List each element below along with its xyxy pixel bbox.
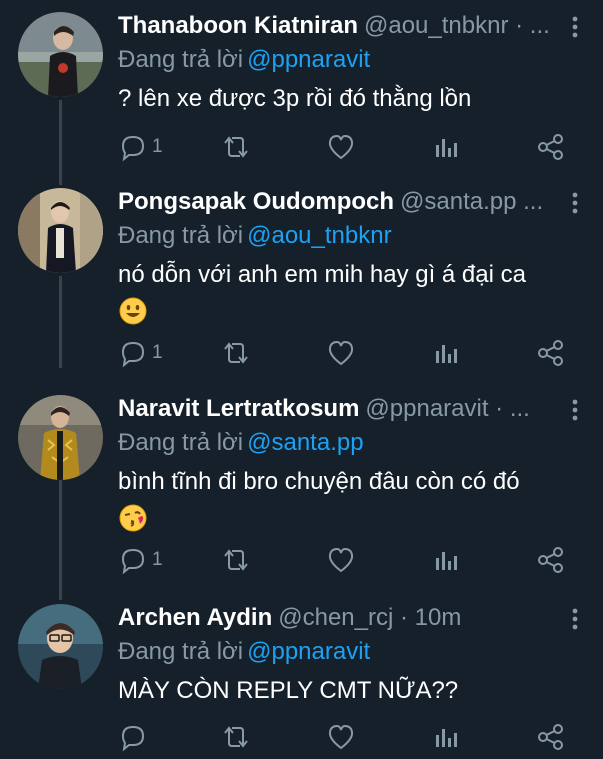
kissing-face-emoji bbox=[118, 503, 583, 541]
reply-button[interactable] bbox=[118, 720, 152, 754]
replying-to-link[interactable]: @ppnaravit bbox=[247, 46, 370, 73]
reply-icon bbox=[121, 135, 145, 162]
tweet[interactable]: Naravit Lertratkosum @ppnaravit · ... Đan… bbox=[0, 383, 603, 589]
retweet-button[interactable] bbox=[220, 543, 252, 577]
retweet-icon bbox=[224, 726, 248, 748]
replying-label: Đang trả lời bbox=[118, 638, 244, 665]
avatar[interactable] bbox=[18, 395, 103, 480]
reply-icon bbox=[121, 548, 145, 575]
analytics-icon bbox=[436, 729, 457, 747]
like-button[interactable] bbox=[326, 130, 356, 164]
action-bar bbox=[0, 720, 603, 754]
retweet-button[interactable] bbox=[220, 130, 252, 164]
avatar-image bbox=[18, 12, 103, 97]
replying-label: Đang trả lời bbox=[118, 429, 244, 456]
tweet-body: nó dỗn với anh em mih hay gì á đại ca bbox=[118, 260, 583, 334]
replying-to: Đang trả lời @santa.pp bbox=[118, 429, 364, 457]
avatar-image bbox=[18, 604, 103, 689]
retweet-button[interactable] bbox=[220, 336, 252, 370]
tweet-header: Naravit Lertratkosum @ppnaravit · ... bbox=[118, 395, 555, 423]
replying-to-link[interactable]: @aou_tnbknr bbox=[247, 222, 391, 249]
user-handle[interactable]: @chen_rcj · 10m bbox=[278, 604, 461, 631]
analytics-icon bbox=[436, 552, 457, 570]
analytics-icon bbox=[436, 345, 457, 363]
tweet-header: Thanaboon Kiatniran @aou_tnbknr · ... bbox=[118, 12, 555, 40]
heart-icon bbox=[328, 724, 354, 750]
retweet-icon bbox=[224, 136, 248, 158]
more-options-icon[interactable] bbox=[569, 190, 581, 218]
reply-button[interactable]: 1 bbox=[118, 543, 163, 577]
tweet-header: Archen Aydin @chen_rcj · 10m bbox=[118, 604, 555, 632]
more-options-icon[interactable] bbox=[569, 397, 581, 425]
tweet[interactable]: Pongsapak Oudompoch @santa.pp ... Đang tr… bbox=[0, 176, 603, 380]
heart-icon bbox=[328, 340, 354, 366]
action-bar: 1 bbox=[0, 543, 603, 577]
share-button[interactable] bbox=[536, 336, 566, 370]
reply-icon bbox=[121, 341, 145, 368]
user-handle[interactable]: @ppnaravit · ... bbox=[365, 395, 529, 422]
analytics-icon bbox=[436, 139, 457, 157]
share-icon bbox=[538, 724, 563, 750]
like-button[interactable] bbox=[326, 336, 356, 370]
analytics-button[interactable] bbox=[432, 336, 460, 370]
more-options-icon[interactable] bbox=[569, 606, 581, 634]
tweet[interactable]: Thanaboon Kiatniran @aou_tnbknr · ... Đan… bbox=[0, 0, 603, 176]
heart-icon bbox=[328, 547, 354, 573]
share-icon bbox=[538, 134, 563, 160]
like-button[interactable] bbox=[326, 543, 356, 577]
avatar[interactable] bbox=[18, 12, 103, 97]
tweet-text: nó dỗn với anh em mih hay gì á đại ca bbox=[118, 261, 526, 288]
avatar-image bbox=[18, 188, 103, 273]
share-button[interactable] bbox=[536, 720, 566, 754]
share-icon bbox=[538, 547, 563, 573]
user-handle[interactable]: @aou_tnbknr · ... bbox=[364, 12, 550, 39]
more-options-icon[interactable] bbox=[569, 14, 581, 42]
display-name[interactable]: Naravit Lertratkosum bbox=[118, 395, 359, 422]
avatar-image bbox=[18, 395, 103, 480]
reply-icon bbox=[121, 725, 145, 752]
action-bar: 1 bbox=[0, 336, 603, 370]
tweet-text: bình tĩnh đi bro chuyện đâu còn có đó bbox=[118, 468, 520, 495]
replying-to-link[interactable]: @ppnaravit bbox=[247, 638, 370, 665]
share-button[interactable] bbox=[536, 130, 566, 164]
user-handle[interactable]: @santa.pp ... bbox=[400, 188, 543, 215]
tweet-text: MÀY CÒN REPLY CMT NỮA?? bbox=[118, 677, 459, 704]
analytics-button[interactable] bbox=[432, 720, 460, 754]
replying-label: Đang trả lời bbox=[118, 222, 244, 249]
share-button[interactable] bbox=[536, 543, 566, 577]
replying-label: Đang trả lời bbox=[118, 46, 244, 73]
like-button[interactable] bbox=[326, 720, 356, 754]
retweet-icon bbox=[224, 549, 248, 571]
analytics-button[interactable] bbox=[432, 130, 460, 164]
avatar[interactable] bbox=[18, 188, 103, 273]
display-name[interactable]: Archen Aydin bbox=[118, 604, 272, 631]
heart-icon bbox=[328, 134, 354, 160]
replying-to: Đang trả lời @ppnaravit bbox=[118, 46, 370, 74]
retweet-icon bbox=[224, 342, 248, 364]
tweet-text: ? lên xe được 3p rồi đó thằng lồn bbox=[118, 85, 472, 112]
analytics-button[interactable] bbox=[432, 543, 460, 577]
replying-to-link[interactable]: @santa.pp bbox=[247, 429, 363, 456]
share-icon bbox=[538, 340, 563, 366]
avatar[interactable] bbox=[18, 604, 103, 689]
retweet-button[interactable] bbox=[220, 720, 252, 754]
action-bar: 1 bbox=[0, 130, 603, 164]
display-name[interactable]: Pongsapak Oudompoch bbox=[118, 188, 394, 215]
tweet-header: Pongsapak Oudompoch @santa.pp ... bbox=[118, 188, 555, 216]
reply-button[interactable]: 1 bbox=[118, 336, 163, 370]
reply-count: 1 bbox=[152, 342, 163, 363]
display-name[interactable]: Thanaboon Kiatniran bbox=[118, 12, 358, 39]
reply-count: 1 bbox=[152, 549, 163, 570]
tweet[interactable]: Archen Aydin @chen_rcj · 10m Đang trả lời… bbox=[0, 592, 603, 759]
tweet-body: bình tĩnh đi bro chuyện đâu còn có đó bbox=[118, 467, 583, 541]
replying-to: Đang trả lời @aou_tnbknr bbox=[118, 222, 392, 250]
replying-to: Đang trả lời @ppnaravit bbox=[118, 638, 370, 666]
reply-count: 1 bbox=[152, 136, 163, 157]
reply-button[interactable]: 1 bbox=[118, 130, 163, 164]
smiling-face-emoji bbox=[118, 296, 583, 334]
